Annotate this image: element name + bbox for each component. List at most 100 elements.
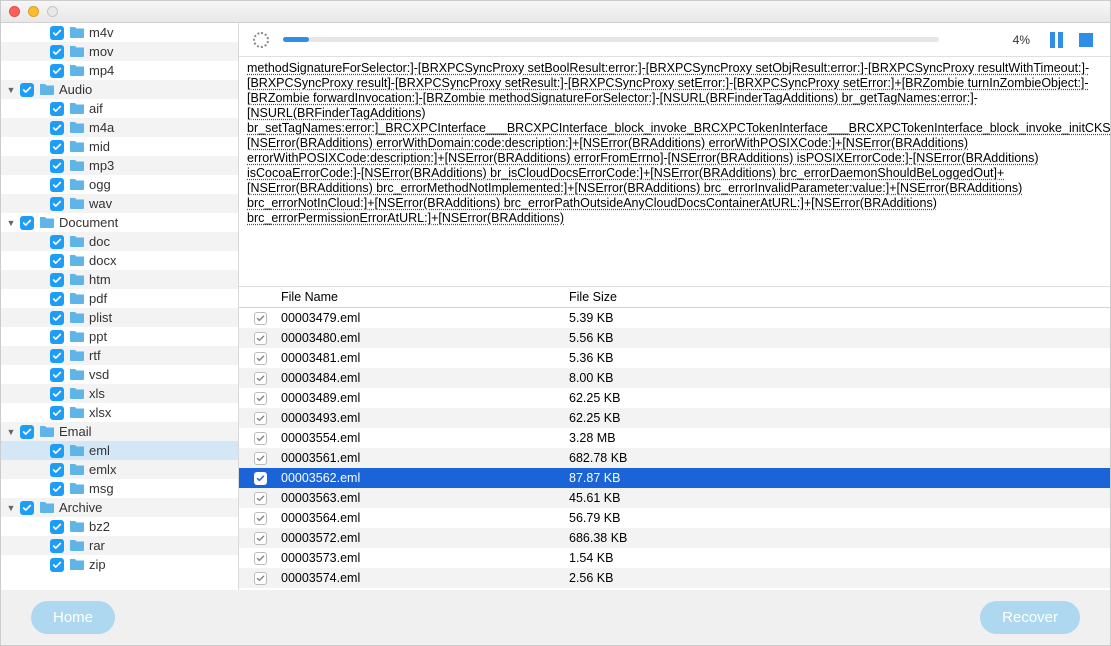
row-checkbox[interactable] <box>254 412 267 425</box>
row-checkbox[interactable] <box>254 352 267 365</box>
table-row[interactable]: 00003484.eml8.00 KB <box>239 368 1110 388</box>
tree-row[interactable]: mp3 <box>1 156 238 175</box>
tree-checkbox[interactable] <box>20 425 34 439</box>
column-file-name[interactable]: File Name <box>281 287 569 307</box>
row-checkbox[interactable] <box>254 312 267 325</box>
table-row[interactable]: 00003481.eml5.36 KB <box>239 348 1110 368</box>
table-row[interactable]: 00003489.eml62.25 KB <box>239 388 1110 408</box>
tree-row[interactable]: wav <box>1 194 238 213</box>
tree-row[interactable]: ▼Audio <box>1 80 238 99</box>
recover-button[interactable]: Recover <box>980 601 1080 634</box>
tree-checkbox[interactable] <box>20 216 34 230</box>
tree-checkbox[interactable] <box>50 520 64 534</box>
row-checkbox[interactable] <box>254 452 267 465</box>
row-checkbox[interactable] <box>254 492 267 505</box>
tree-checkbox[interactable] <box>20 501 34 515</box>
tree-row[interactable]: eml <box>1 441 238 460</box>
row-checkbox[interactable] <box>254 392 267 405</box>
tree-checkbox[interactable] <box>50 349 64 363</box>
column-file-size[interactable]: File Size <box>569 287 1110 307</box>
row-checkbox[interactable] <box>254 552 267 565</box>
tree-checkbox[interactable] <box>50 26 64 40</box>
tree-row[interactable]: ▼Document <box>1 213 238 232</box>
row-checkbox[interactable] <box>254 472 267 485</box>
tree-row[interactable]: emlx <box>1 460 238 479</box>
tree-row[interactable]: xls <box>1 384 238 403</box>
table-row[interactable]: 00003564.eml56.79 KB <box>239 508 1110 528</box>
stop-button[interactable] <box>1076 31 1096 49</box>
tree-row[interactable]: ▼Email <box>1 422 238 441</box>
row-checkbox[interactable] <box>254 512 267 525</box>
tree-row[interactable]: rtf <box>1 346 238 365</box>
tree-row[interactable]: mid <box>1 137 238 156</box>
tree-row[interactable]: plist <box>1 308 238 327</box>
tree-row[interactable]: ppt <box>1 327 238 346</box>
table-row[interactable]: 00003493.eml62.25 KB <box>239 408 1110 428</box>
tree-row[interactable]: m4v <box>1 23 238 42</box>
tree-row[interactable]: rar <box>1 536 238 555</box>
tree-checkbox[interactable] <box>50 197 64 211</box>
tree-checkbox[interactable] <box>50 482 64 496</box>
row-checkbox[interactable] <box>254 432 267 445</box>
tree-checkbox[interactable] <box>50 463 64 477</box>
expand-icon[interactable]: ▼ <box>5 427 17 437</box>
window-zoom-button[interactable] <box>47 6 58 17</box>
tree-row[interactable]: m4a <box>1 118 238 137</box>
tree-checkbox[interactable] <box>20 83 34 97</box>
window-minimize-button[interactable] <box>28 6 39 17</box>
tree-row[interactable]: msg <box>1 479 238 498</box>
expand-icon[interactable]: ▼ <box>5 503 17 513</box>
tree-row[interactable]: mp4 <box>1 61 238 80</box>
tree-checkbox[interactable] <box>50 273 64 287</box>
expand-icon[interactable]: ▼ <box>5 85 17 95</box>
tree-checkbox[interactable] <box>50 178 64 192</box>
table-row[interactable]: 00003561.eml682.78 KB <box>239 448 1110 468</box>
tree-row[interactable]: mov <box>1 42 238 61</box>
expand-icon[interactable]: ▼ <box>5 218 17 228</box>
tree-row[interactable]: docx <box>1 251 238 270</box>
tree-checkbox[interactable] <box>50 64 64 78</box>
tree-checkbox[interactable] <box>50 444 64 458</box>
tree-row[interactable]: doc <box>1 232 238 251</box>
tree-checkbox[interactable] <box>50 368 64 382</box>
tree-checkbox[interactable] <box>50 121 64 135</box>
tree-row[interactable]: pdf <box>1 289 238 308</box>
tree-row[interactable]: ▼Archive <box>1 498 238 517</box>
tree-row[interactable]: aif <box>1 99 238 118</box>
tree-checkbox[interactable] <box>50 330 64 344</box>
tree-row[interactable]: xlsx <box>1 403 238 422</box>
tree-row[interactable]: htm <box>1 270 238 289</box>
tree-checkbox[interactable] <box>50 159 64 173</box>
row-checkbox[interactable] <box>254 572 267 585</box>
tree-checkbox[interactable] <box>50 235 64 249</box>
tree-checkbox[interactable] <box>50 102 64 116</box>
tree-row[interactable]: zip <box>1 555 238 574</box>
table-row[interactable]: 00003573.eml1.54 KB <box>239 548 1110 568</box>
home-button[interactable]: Home <box>31 601 115 634</box>
tree-checkbox[interactable] <box>50 406 64 420</box>
tree-row[interactable]: ogg <box>1 175 238 194</box>
row-checkbox[interactable] <box>254 532 267 545</box>
table-row[interactable]: 00003572.eml686.38 KB <box>239 528 1110 548</box>
row-checkbox[interactable] <box>254 332 267 345</box>
tree-checkbox[interactable] <box>50 311 64 325</box>
table-row[interactable]: 00003479.eml5.39 KB <box>239 308 1110 328</box>
pause-button[interactable] <box>1046 31 1066 49</box>
tree-checkbox[interactable] <box>50 558 64 572</box>
tree-checkbox[interactable] <box>50 539 64 553</box>
table-row[interactable]: 00003563.eml45.61 KB <box>239 488 1110 508</box>
table-row[interactable]: 00003554.eml3.28 MB <box>239 428 1110 448</box>
filetype-tree[interactable]: m4vmovmp4▼Audioaifm4amidmp3oggwav▼Docume… <box>1 23 239 590</box>
window-close-button[interactable] <box>9 6 20 17</box>
tree-row[interactable]: bz2 <box>1 517 238 536</box>
tree-checkbox[interactable] <box>50 45 64 59</box>
tree-checkbox[interactable] <box>50 140 64 154</box>
tree-row[interactable]: vsd <box>1 365 238 384</box>
table-row[interactable]: 00003562.eml87.87 KB <box>239 468 1110 488</box>
table-row[interactable]: 00003574.eml2.56 KB <box>239 568 1110 588</box>
row-checkbox[interactable] <box>254 372 267 385</box>
table-row[interactable]: 00003480.eml5.56 KB <box>239 328 1110 348</box>
tree-checkbox[interactable] <box>50 292 64 306</box>
tree-checkbox[interactable] <box>50 387 64 401</box>
file-table[interactable]: File Name File Size 00003479.eml5.39 KB0… <box>239 287 1110 590</box>
